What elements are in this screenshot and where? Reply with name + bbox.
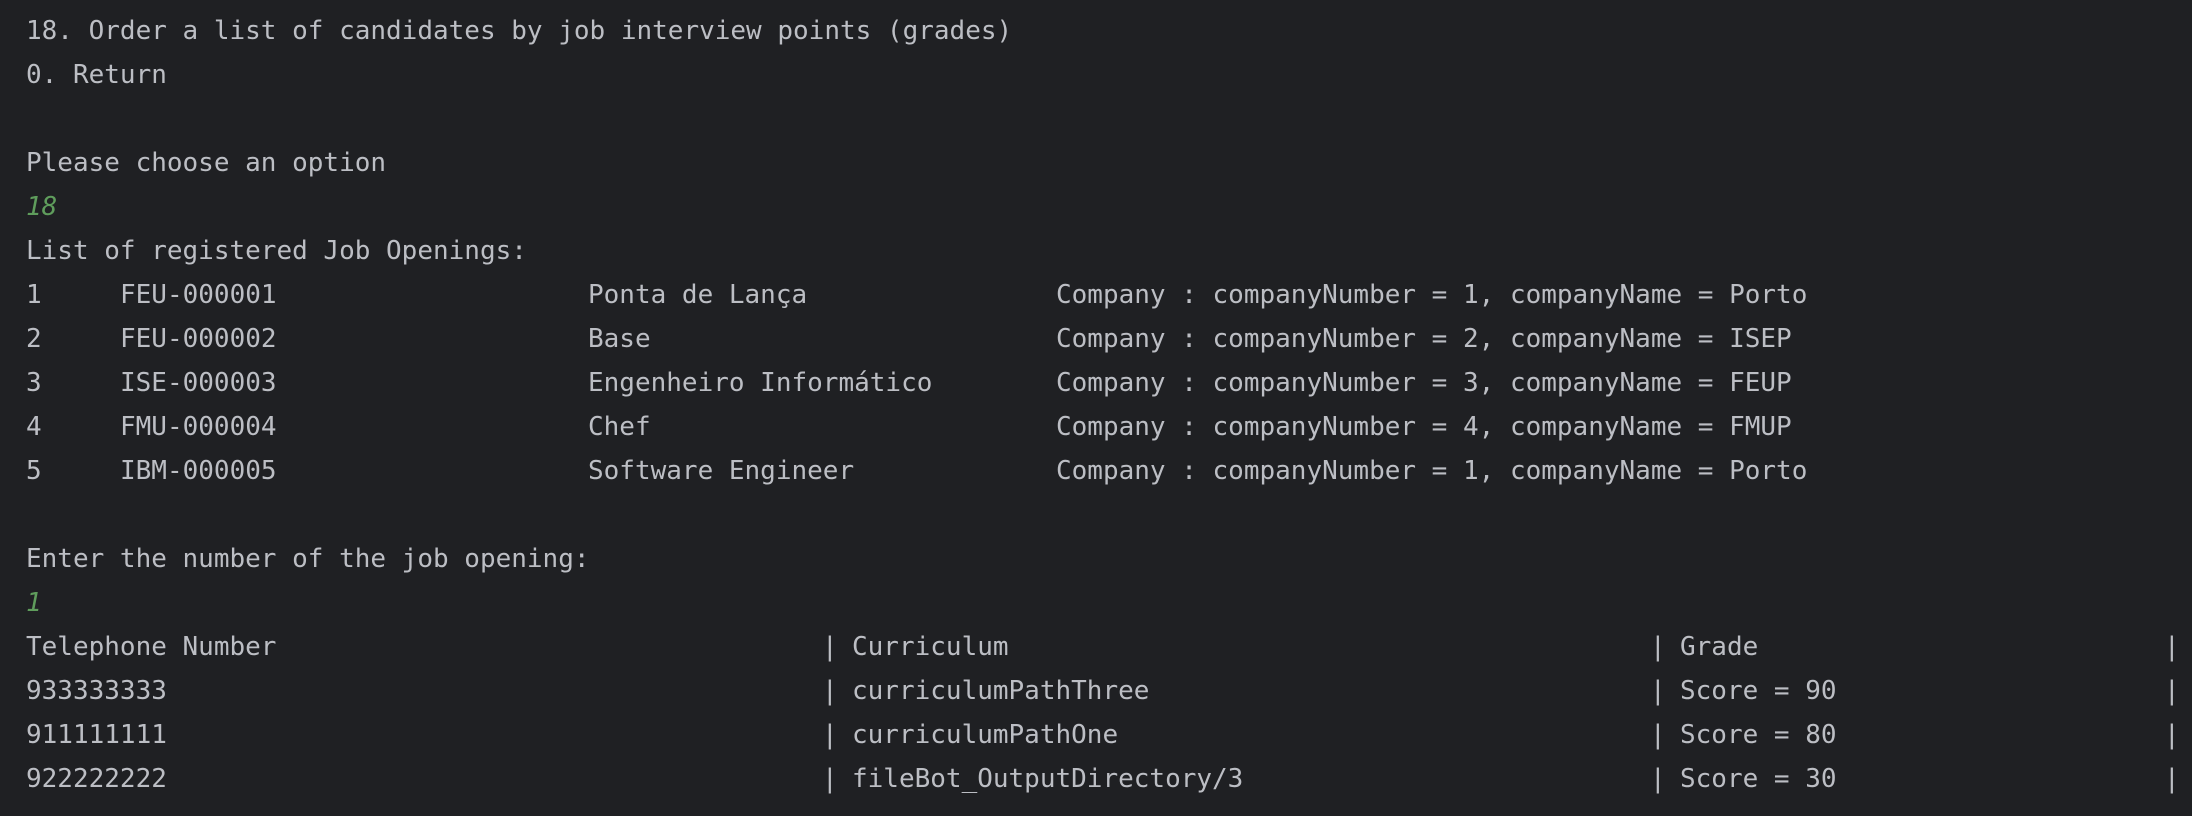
column-separator: |	[822, 632, 838, 662]
job-opening-index: 4	[26, 412, 42, 442]
column-separator: |	[822, 764, 838, 794]
job-opening-reference: ISE-000003	[120, 368, 277, 398]
header-curriculum: Curriculum	[852, 632, 1009, 662]
column-separator: |	[1650, 676, 1666, 706]
job-opening-index: 2	[26, 324, 42, 354]
job-number-input: 1	[26, 588, 42, 618]
column-separator: |	[1650, 764, 1666, 794]
table-row: 933333333 | curriculumPathThree | Score …	[26, 669, 2192, 713]
column-separator: |	[2164, 676, 2180, 706]
job-opening-row: 5 IBM-000005 Software Engineer Company :…	[26, 449, 2192, 493]
job-opening-reference: FMU-000004	[120, 412, 277, 442]
column-separator: |	[1650, 632, 1666, 662]
cell-grade: Score = 80	[1680, 720, 1837, 750]
header-grade: Grade	[1680, 632, 1759, 662]
cell-curriculum: curriculumPathThree	[852, 676, 1150, 706]
column-separator: |	[2164, 720, 2180, 750]
cell-grade: Score = 90	[1680, 676, 1837, 706]
job-opening-row: 2 FEU-000002 Base Company : companyNumbe…	[26, 317, 2192, 361]
table-header: Telephone Number | Curriculum | Grade |	[26, 625, 2192, 669]
job-opening-index: 3	[26, 368, 42, 398]
cell-curriculum: fileBot_OutputDirectory/3	[852, 764, 1244, 794]
cell-curriculum: curriculumPathOne	[852, 720, 1119, 750]
column-separator: |	[822, 720, 838, 750]
job-opening-reference: FEU-000001	[120, 280, 277, 310]
job-opening-title: Software Engineer	[588, 456, 855, 486]
option-input: 18	[26, 192, 58, 222]
job-opening-title: Chef	[588, 412, 651, 442]
column-separator: |	[1650, 720, 1666, 750]
cell-telephone: 933333333	[26, 676, 167, 706]
header-telephone: Telephone Number	[26, 632, 277, 662]
cell-telephone: 922222222	[26, 764, 167, 794]
job-opening-reference: FEU-000002	[120, 324, 277, 354]
job-opening-company: Company : companyNumber = 1, companyName…	[1056, 280, 1808, 310]
cell-grade: Score = 30	[1680, 764, 1837, 794]
job-number-prompt: Enter the number of the job opening:	[26, 544, 590, 574]
console-output[interactable]: 18. Order a list of candidates by job in…	[0, 0, 2192, 816]
column-separator: |	[2164, 632, 2180, 662]
choose-option-prompt: Please choose an option	[26, 148, 387, 178]
job-opening-index: 5	[26, 456, 42, 486]
table-row: 922222222 | fileBot_OutputDirectory/3 | …	[26, 757, 2192, 801]
job-opening-row: 3 ISE-000003 Engenheiro Informático Comp…	[26, 361, 2192, 405]
job-opening-reference: IBM-000005	[120, 456, 277, 486]
menu-option-18: 18. Order a list of candidates by job in…	[26, 16, 1013, 46]
job-opening-company: Company : companyNumber = 1, companyName…	[1056, 456, 1808, 486]
job-opening-title: Engenheiro Informático	[588, 368, 933, 398]
job-opening-title: Ponta de Lança	[588, 280, 808, 310]
job-opening-index: 1	[26, 280, 42, 310]
job-opening-company: Company : companyNumber = 2, companyName…	[1056, 324, 1792, 354]
job-opening-row: 1 FEU-000001 Ponta de Lança Company : co…	[26, 273, 2192, 317]
job-opening-company: Company : companyNumber = 3, companyName…	[1056, 368, 1792, 398]
menu-option-0: 0. Return	[26, 60, 167, 90]
job-openings-header: List of registered Job Openings:	[26, 236, 527, 266]
column-separator: |	[2164, 764, 2180, 794]
job-opening-title: Base	[588, 324, 651, 354]
job-opening-row: 4 FMU-000004 Chef Company : companyNumbe…	[26, 405, 2192, 449]
job-opening-company: Company : companyNumber = 4, companyName…	[1056, 412, 1792, 442]
cell-telephone: 911111111	[26, 720, 167, 750]
column-separator: |	[822, 676, 838, 706]
table-row: 911111111 | curriculumPathOne | Score = …	[26, 713, 2192, 757]
